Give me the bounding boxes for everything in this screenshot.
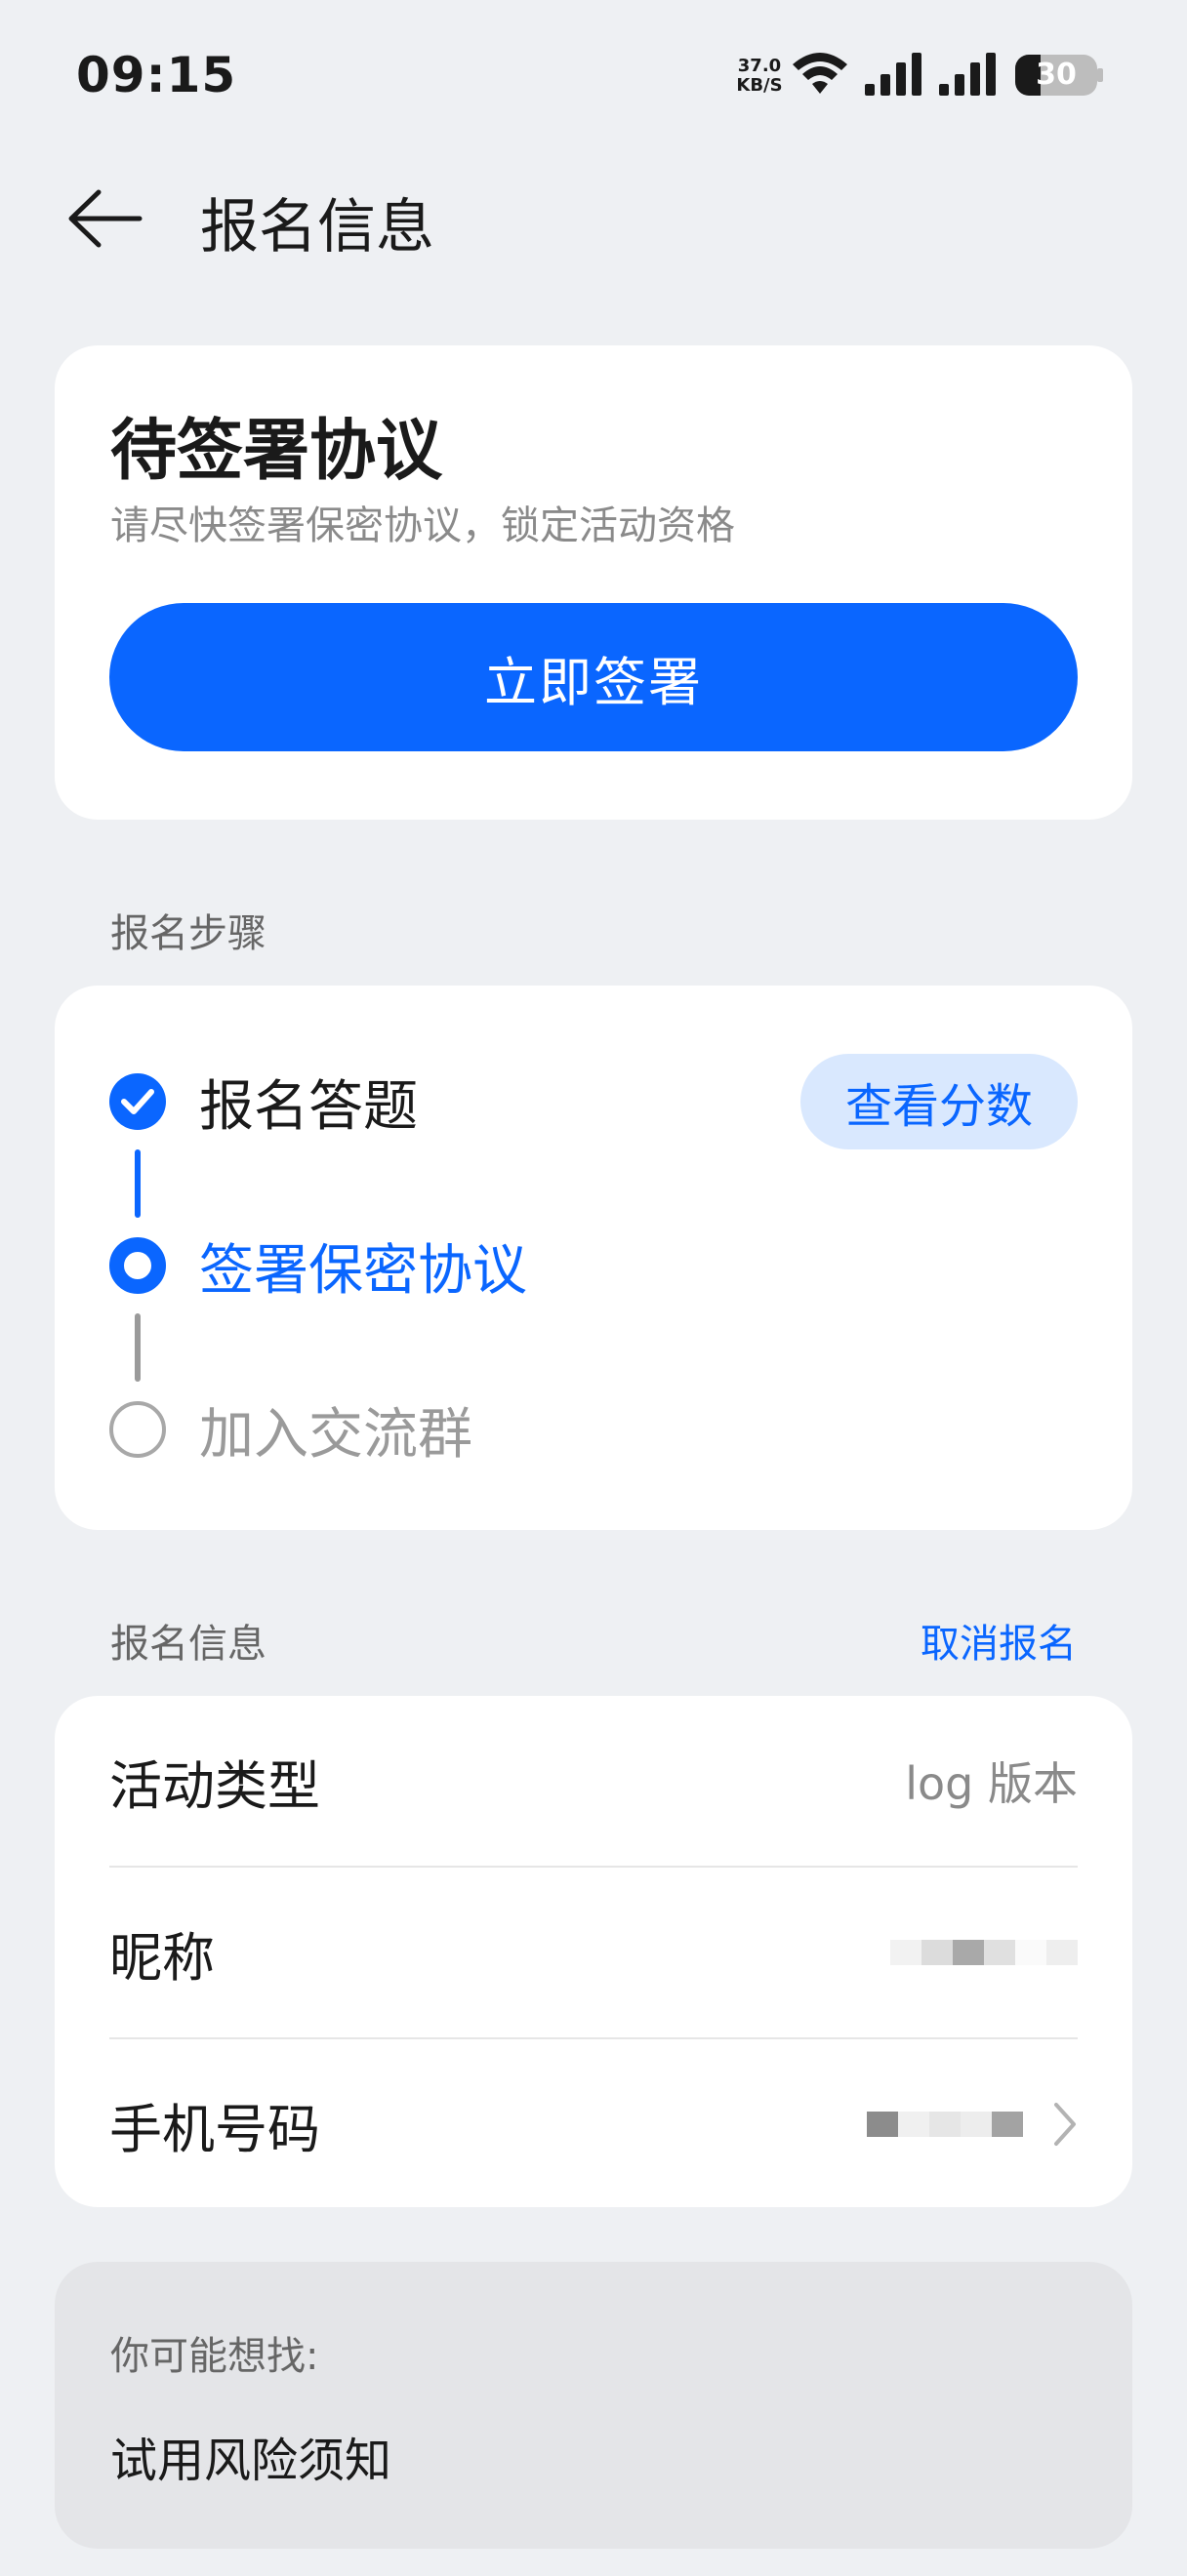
info-section-label: 报名信息 bbox=[110, 1622, 266, 1667]
phone-redacted-value bbox=[867, 2101, 1078, 2148]
info-card: 活动类型 log 版本 昵称 手机号码 bbox=[55, 1696, 1132, 2207]
network-speed-unit: KB/S bbox=[736, 75, 783, 96]
status-time: 09:15 bbox=[76, 47, 237, 103]
arrow-left-icon bbox=[68, 189, 143, 248]
network-speed-value: 37.0 bbox=[737, 56, 782, 76]
suggest-card: 你可能想找: 试用风险须知 bbox=[55, 2262, 1132, 2549]
cancel-registration-link[interactable]: 取消报名 bbox=[921, 1612, 1077, 1669]
check-circle-icon bbox=[109, 1073, 166, 1130]
signal-icon-1 bbox=[865, 53, 921, 96]
sign-card-subtitle: 请尽快签署保密协议，锁定活动资格 bbox=[110, 503, 735, 548]
steps-card: 报名答题 查看分数 签署保密协议 加入交流群 bbox=[55, 986, 1132, 1530]
info-row-phone[interactable]: 手机号码 bbox=[109, 2039, 1078, 2209]
current-step-icon bbox=[109, 1237, 166, 1294]
page-title: 报名信息 bbox=[200, 193, 434, 262]
info-label: 活动类型 bbox=[109, 1754, 320, 1817]
network-speed: 37.0 KB/S bbox=[730, 57, 789, 96]
step-label: 签署保密协议 bbox=[199, 1238, 527, 1303]
sign-card-title: 待签署协议 bbox=[110, 413, 443, 490]
step-item-sign: 签署保密协议 bbox=[109, 1218, 527, 1313]
info-row-activity-type: 活动类型 log 版本 bbox=[109, 1696, 1078, 1866]
battery-icon: 30 bbox=[1015, 55, 1097, 96]
chevron-right-icon bbox=[1054, 2103, 1076, 2146]
view-score-button[interactable]: 查看分数 bbox=[800, 1054, 1078, 1149]
step-connector bbox=[135, 1313, 141, 1382]
back-button[interactable] bbox=[61, 181, 148, 256]
status-bar: 09:15 37.0 KB/S 30 bbox=[0, 0, 1187, 156]
step-connector bbox=[135, 1149, 141, 1218]
trial-risk-notice-link[interactable]: 试用风险须知 bbox=[110, 2422, 391, 2490]
info-label: 昵称 bbox=[109, 1926, 215, 1989]
redacted-mosaic bbox=[867, 2112, 1023, 2137]
battery-level: 30 bbox=[1036, 58, 1077, 92]
pending-step-icon bbox=[109, 1401, 166, 1458]
info-value: log 版本 bbox=[905, 1757, 1078, 1810]
step-label: 加入交流群 bbox=[199, 1402, 472, 1467]
battery-tip bbox=[1097, 68, 1103, 82]
nickname-redacted-value bbox=[890, 1940, 1078, 1965]
suggest-label: 你可能想找: bbox=[110, 2334, 319, 2379]
step-label: 报名答题 bbox=[199, 1074, 418, 1139]
sign-now-button[interactable]: 立即签署 bbox=[109, 603, 1078, 751]
signal-icon-2 bbox=[939, 53, 996, 96]
step-item-answer: 报名答题 bbox=[109, 1054, 418, 1149]
steps-section-label: 报名步骤 bbox=[110, 911, 266, 956]
sign-agreement-card: 待签署协议 请尽快签署保密协议，锁定活动资格 立即签署 bbox=[55, 345, 1132, 820]
info-label: 手机号码 bbox=[109, 2098, 320, 2160]
info-row-nickname: 昵称 bbox=[109, 1868, 1078, 2037]
wifi-icon bbox=[793, 53, 847, 94]
step-item-join-group: 加入交流群 bbox=[109, 1382, 472, 1477]
redacted-mosaic bbox=[890, 1940, 1078, 1965]
